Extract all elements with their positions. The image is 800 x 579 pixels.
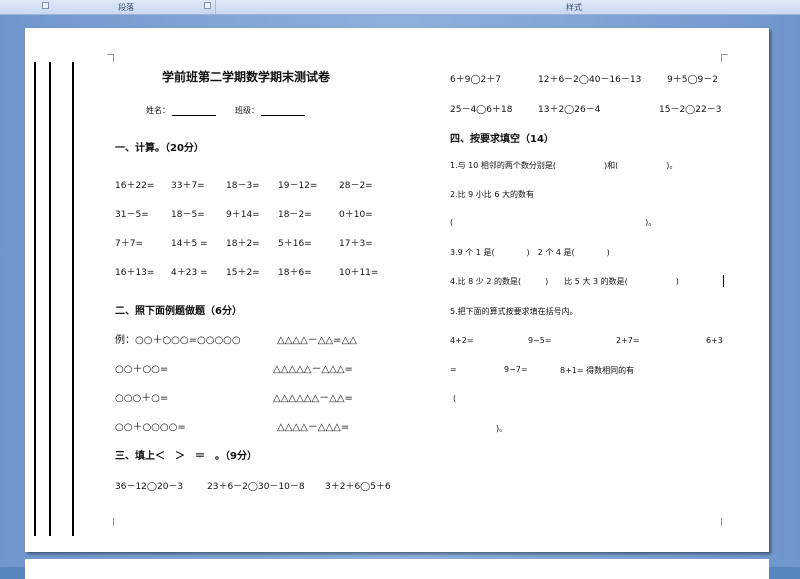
calc-item: 5＋16= — [278, 239, 312, 249]
fill-question-4: 4.比 8 少 2 的数是( ) 比 5 大 3 的数是( ) — [450, 277, 679, 286]
calc-item: 4＋23 = — [171, 268, 208, 278]
calc-item: 7＋7= — [115, 239, 143, 249]
name-blank[interactable] — [172, 106, 216, 116]
crop-mark — [113, 54, 114, 62]
class-blank[interactable] — [261, 106, 305, 116]
fill-question-3: 3.9 个 1 是( ) 2 个 4 是( ) — [450, 248, 610, 257]
q5-item: 4+2= — [450, 336, 474, 345]
section1-heading: 一、计算。（20分） — [115, 143, 204, 154]
compare-item: 15－2◯22－3 — [659, 105, 722, 115]
calc-item: 18＋2= — [226, 239, 260, 249]
calc-item: 0＋10= — [339, 210, 373, 220]
q5-paren-open: ( — [453, 394, 457, 403]
q5-item: = — [450, 365, 457, 374]
fill-question-1: 1.与 10 相邻的两个数分别是( )和( )。 — [450, 161, 678, 170]
calc-item: 33＋7= — [171, 181, 205, 191]
q5-item: 6+3 — [706, 336, 723, 345]
pattern-item: 例：○○＋○○○=○○○○○ — [115, 335, 241, 346]
calc-item: 18－3= — [226, 181, 260, 191]
calc-item: 28－2= — [339, 181, 373, 191]
calc-item: 15＋2= — [226, 268, 260, 278]
class-label: 班级： — [235, 106, 259, 115]
crop-mark — [113, 518, 114, 526]
calc-item: 18－2= — [278, 210, 312, 220]
font-dialog-launcher-icon[interactable] — [42, 2, 49, 9]
section4-heading: 四、按要求填空（14） — [450, 134, 554, 145]
pattern-item: ○○○＋○= — [115, 393, 169, 404]
calc-item: 18＋6= — [278, 268, 312, 278]
text-cursor — [723, 275, 724, 287]
calc-item: 19－12= — [278, 181, 318, 191]
calc-item: 10＋11= — [339, 268, 379, 278]
name-field[interactable]: 姓名： — [146, 105, 216, 116]
exam-title: 学前班第二学期数学期末测试卷 — [162, 70, 331, 84]
q5-paren-close: )。 — [496, 424, 508, 433]
pattern-item: △△△△－△△△= — [277, 422, 350, 433]
binding-rule — [72, 62, 74, 536]
compare-item: 9＋5◯9－2 — [667, 75, 718, 85]
pattern-item: △△△△△－△△△= — [273, 364, 353, 375]
compare-item: 3＋2＋6◯5＋6 — [325, 482, 391, 492]
fill-question-2-blank: ( )。 — [450, 218, 657, 227]
pattern-item: ○○＋○○○○= — [115, 422, 186, 433]
pattern-item: △△△△△△－△△= — [273, 393, 353, 404]
section3-heading: 三、填上＜ ＞ ＝ 。（9分） — [115, 451, 257, 462]
crop-mark — [107, 54, 114, 55]
calc-item: 16＋13= — [115, 268, 155, 278]
crop-mark — [721, 54, 728, 55]
binding-rule — [49, 62, 51, 536]
calc-item: 17＋3= — [339, 239, 373, 249]
pattern-item: ○○＋○○= — [115, 364, 169, 375]
name-label: 姓名： — [146, 106, 170, 115]
compare-item: 36－12◯20－3 — [115, 482, 184, 492]
compare-item: 25－4◯6＋18 — [450, 105, 513, 115]
section2-heading: 二、照下面例题做题（6分） — [115, 306, 242, 317]
document-page[interactable]: 学前班第二学期数学期末测试卷 姓名： 班级： 一、计算。（20分） 16＋22=… — [25, 28, 769, 552]
fill-question-5: 5.把下面的算式按要求填在括号内。 — [450, 307, 578, 316]
crop-mark — [721, 518, 722, 526]
calc-item: 9＋14= — [226, 210, 260, 220]
ribbon-group-styles: 样式 — [566, 3, 582, 12]
calc-item: 14＋5 = — [171, 239, 208, 249]
next-document-page[interactable] — [25, 559, 769, 579]
q5-item: 8+1= 得数相同的有 — [560, 366, 635, 375]
compare-item: 12＋6－2◯40－16－13 — [538, 75, 642, 85]
q5-item: 2+7= — [616, 336, 640, 345]
compare-item: 6＋9◯2＋7 — [450, 75, 501, 85]
crop-mark — [721, 54, 722, 62]
paragraph-dialog-launcher-icon[interactable] — [204, 2, 211, 9]
binding-rule — [34, 62, 36, 536]
fill-question-2: 2.比 9 小比 6 大的数有 — [450, 190, 534, 199]
q5-item: 9−7= — [504, 365, 528, 374]
calc-item: 16＋22= — [115, 181, 155, 191]
calc-item: 31－5= — [115, 210, 149, 220]
ribbon-group-paragraph: 段落 — [118, 3, 134, 12]
compare-item: 13＋2◯26－4 — [538, 105, 601, 115]
ribbon-separator — [215, 0, 216, 14]
calc-item: 18－5= — [171, 210, 205, 220]
class-field[interactable]: 班级： — [235, 105, 305, 116]
ribbon-bar: 段落 样式 — [0, 0, 800, 15]
pattern-item: △△△△－△△=△△ — [277, 335, 357, 346]
q5-item: 9−5= — [528, 336, 552, 345]
compare-item: 23＋6－2◯30－10－8 — [207, 482, 305, 492]
